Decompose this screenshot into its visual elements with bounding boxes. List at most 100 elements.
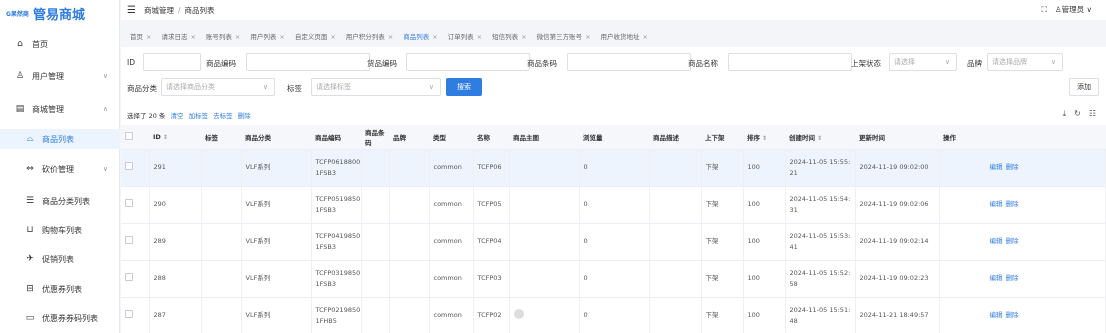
user-icon: ♙ [15, 71, 25, 81]
delete-link[interactable]: 删除 [1006, 237, 1019, 245]
close-icon[interactable]: × [330, 33, 335, 41]
close-icon[interactable]: × [585, 33, 590, 41]
column-header-created[interactable]: 创建时间 ⇕ [785, 125, 855, 150]
column-header-views: 浏览量 [579, 125, 649, 150]
created-line: 21 [789, 168, 798, 177]
delete-link[interactable]: 删除 [1006, 163, 1019, 171]
row-checkbox[interactable] [125, 198, 133, 207]
column-header-sort[interactable]: 排序 ⇕ [743, 125, 785, 150]
menu-toggle-icon[interactable]: ☰ [127, 5, 136, 16]
row-select-cell[interactable] [121, 260, 150, 298]
edit-link[interactable]: 编辑 [990, 163, 1003, 171]
cell-updated: 2024-11-19 09:02:00 [855, 149, 940, 187]
delete-link[interactable]: 删除 [1006, 200, 1019, 208]
tab-user-points[interactable]: 用户积分列表 × [343, 29, 396, 43]
user-menu[interactable]: ♙管理员 ∨ [1055, 4, 1092, 15]
tab-wechat-accounts[interactable]: 微信第三方账号 × [534, 29, 594, 43]
tab-user-list[interactable]: 用户列表 × [247, 29, 287, 43]
breadcrumb-item-current: 商品列表 [184, 5, 215, 15]
code-input[interactable] [246, 53, 370, 71]
fullscreen-icon[interactable]: ⛶ [1042, 5, 1047, 15]
edit-link[interactable]: 编辑 [990, 237, 1003, 245]
tab-account-list[interactable]: 账号列表 × [203, 29, 243, 43]
cargo-code-input[interactable] [406, 53, 530, 71]
close-icon[interactable]: × [643, 33, 648, 41]
sidebar-item-user-management[interactable]: ♙ 用户管理 ∨ [0, 66, 120, 86]
tag-select[interactable]: 请选择标签 ∨ [311, 78, 441, 96]
row-checkbox[interactable] [125, 235, 133, 244]
brand-select[interactable]: 请选择品牌 ∨ [987, 53, 1063, 71]
edit-link[interactable]: 编辑 [990, 274, 1003, 282]
id-input[interactable] [143, 53, 201, 71]
close-icon[interactable]: × [477, 33, 482, 41]
clear-selection-link[interactable]: 清空 [170, 112, 183, 120]
sidebar-item-product-list[interactable]: ⌓ 商品列表 [0, 129, 120, 149]
sidebar-item-category-list[interactable]: ☰ 商品分类列表 [0, 191, 120, 211]
edit-link[interactable]: 编辑 [990, 200, 1003, 208]
table-row[interactable]: 291 VLF系列 TCFP0618800 1FSB3 common TCFP06… [121, 149, 1106, 187]
delete-link[interactable]: 删除 [1006, 274, 1019, 282]
row-select-cell[interactable] [121, 149, 150, 187]
tab-sms-list[interactable]: 短信列表 × [489, 29, 529, 43]
brand-logo[interactable]: G果然商 管易商城 [0, 0, 119, 26]
row-select-cell[interactable] [121, 186, 150, 224]
created-line: 2024-11-05 15:53: [789, 231, 851, 240]
sort-icon[interactable]: ⇕ [762, 135, 767, 142]
table-row[interactable]: 288 VLF系列 TCFP0319850 1FSB3 common TCFP03… [121, 260, 1106, 298]
user-name: 管理员 [1061, 5, 1085, 14]
refresh-icon[interactable]: ↻ [1074, 109, 1081, 119]
product-thumbnail[interactable] [513, 308, 524, 319]
row-checkbox[interactable] [125, 309, 133, 318]
close-icon[interactable]: × [279, 33, 284, 41]
row-select-cell[interactable] [121, 297, 150, 333]
tab-user-address[interactable]: 用户收货地址 × [598, 29, 651, 43]
status-select[interactable]: 请选择 ∨ [889, 53, 957, 71]
sidebar-item-bargain[interactable]: ⇔ 砍价管理 ∨ [0, 159, 120, 179]
remove-tag-link[interactable]: 去标签 [213, 112, 233, 120]
search-button[interactable]: 搜索 [446, 78, 482, 96]
delete-link[interactable]: 删除 [1006, 311, 1019, 319]
column-settings-icon[interactable]: ☷ [1089, 109, 1096, 119]
sidebar-item-promotion-list[interactable]: ✈ 促销列表 [0, 249, 120, 269]
barcode-input[interactable] [567, 53, 691, 71]
header: ☰ 商城管理 / 商品列表 ⛶ ♙管理员 ∨ [121, 0, 1106, 20]
table-row[interactable]: 287 VLF系列 TCFP0219850 1FHB5 common TCFP02… [121, 297, 1106, 333]
select-all-header[interactable] [121, 125, 149, 150]
close-icon[interactable]: × [235, 33, 240, 41]
row-checkbox[interactable] [125, 161, 133, 170]
add-tag-link[interactable]: 加标签 [189, 112, 209, 120]
edit-link[interactable]: 编辑 [990, 311, 1003, 319]
batch-delete-link[interactable]: 删除 [238, 112, 251, 120]
add-button[interactable]: 添加 [1069, 78, 1099, 96]
sidebar-item-coupon-code-list[interactable]: ▭ 优惠券券码列表 [0, 308, 120, 328]
tab-order-list[interactable]: 订单列表 × [445, 29, 485, 43]
category-select[interactable]: 请选择商品分类 ∨ [161, 78, 275, 96]
sidebar-item-home[interactable]: ⌂ 首页 [0, 34, 120, 54]
close-icon[interactable]: × [388, 33, 393, 41]
select-all-checkbox[interactable] [125, 131, 133, 140]
sidebar-item-cart-list[interactable]: ⊔ 购物车列表 [0, 220, 120, 240]
sidebar-item-coupon-list[interactable]: ⊟ 优惠券列表 [0, 279, 120, 299]
tab-request-log[interactable]: 请求日志 × [158, 29, 198, 43]
sidebar-item-mall-management[interactable]: ▤ 商城管理 ∧ [0, 99, 120, 119]
row-checkbox[interactable] [125, 272, 133, 281]
row-select-cell[interactable] [121, 223, 150, 261]
download-icon[interactable]: ⤓ [1063, 109, 1067, 119]
close-icon[interactable]: × [190, 33, 195, 41]
tab-custom-page[interactable]: 自定义页面 × [292, 29, 339, 43]
breadcrumb-item[interactable]: 商城管理 [144, 6, 174, 15]
column-header-id[interactable]: ID ⇕ [149, 125, 201, 150]
sort-icon[interactable]: ⇕ [163, 134, 168, 141]
tab-product-list[interactable]: 商品列表 × [400, 29, 440, 43]
sort-icon[interactable]: ⇕ [817, 135, 822, 142]
close-icon[interactable]: × [521, 33, 526, 41]
tab-home[interactable]: 首页 × [127, 29, 154, 43]
category-label: 商品分类 [127, 84, 157, 93]
name-input[interactable] [728, 53, 852, 71]
table-row[interactable]: 289 VLF系列 TCFP0419850 1FSB3 common TCFP04… [121, 223, 1106, 261]
column-header-main-image: 商品主图 [509, 125, 579, 150]
close-icon[interactable]: × [146, 33, 151, 41]
table-row[interactable]: 290 VLF系列 TCFP0519850 1FSB3 common TCFP05… [121, 186, 1106, 224]
cell-tags [201, 260, 242, 298]
close-icon[interactable]: × [432, 33, 437, 41]
